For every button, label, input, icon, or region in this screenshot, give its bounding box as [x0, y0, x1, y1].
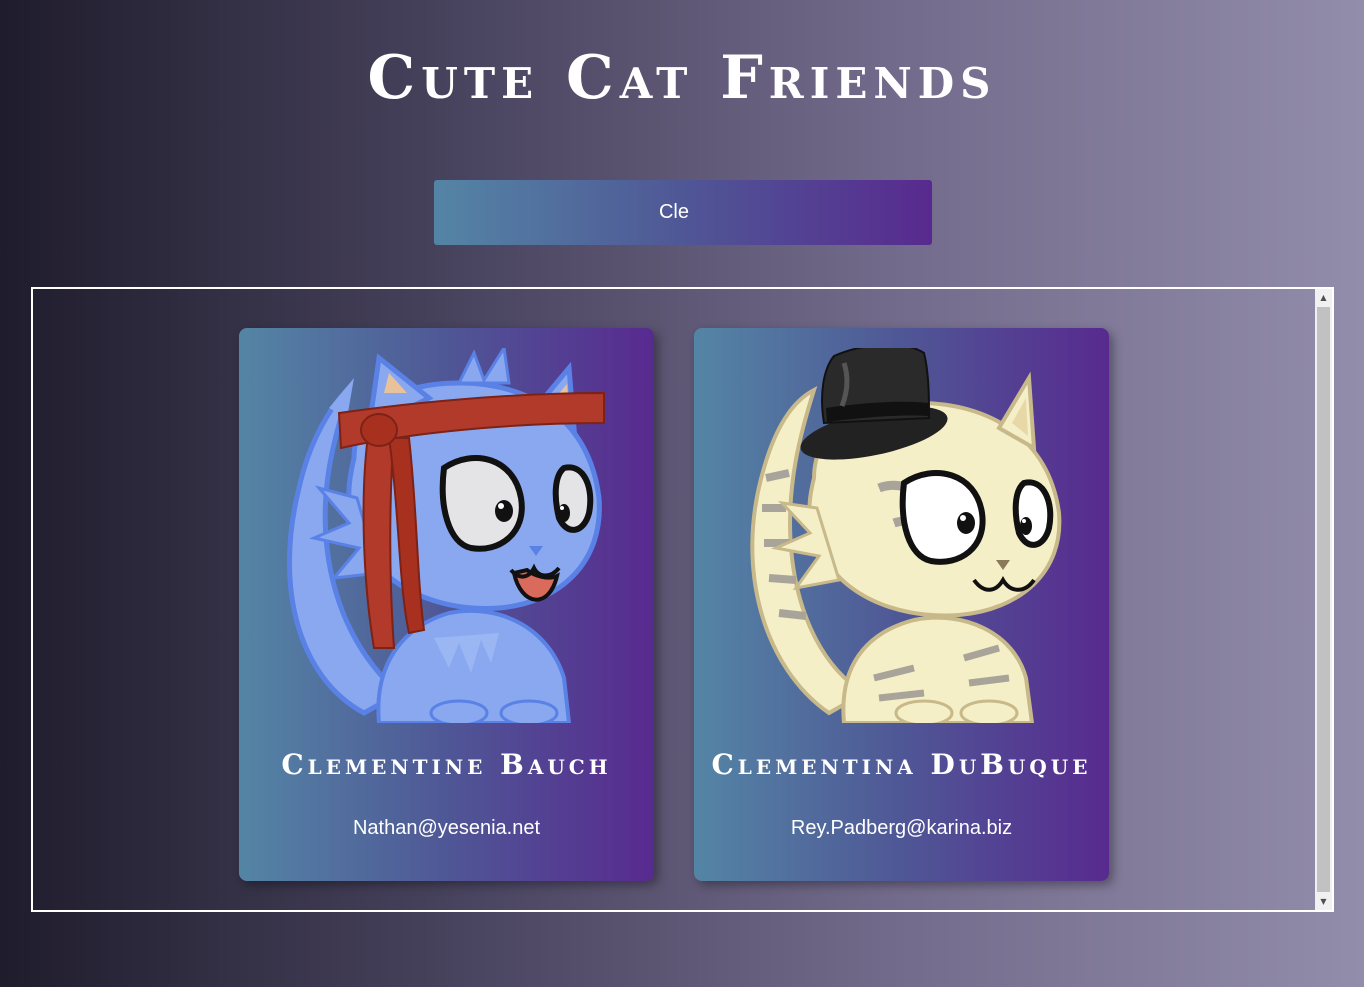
cat-card[interactable]: Clementine Bauch Nathan@yesenia.net	[239, 328, 654, 881]
scrollbar-thumb[interactable]	[1317, 307, 1330, 892]
cat-name: Clementine Bauch	[281, 748, 612, 781]
page-title: Cute Cat Friends	[367, 43, 997, 113]
search-box	[434, 180, 932, 245]
cat-email: Rey.Padberg@karina.biz	[790, 817, 1013, 839]
scroll-down-arrow-icon[interactable]: ▼	[1315, 893, 1332, 910]
cat-email: Nathan@yesenia.net	[352, 817, 541, 839]
search-input[interactable]	[434, 180, 932, 245]
cream-tabby-cat-with-top-hat-icon	[750, 348, 1062, 723]
vertical-scrollbar[interactable]: ▲ ▼	[1315, 289, 1332, 910]
cat-name: Clementina DuBuque	[711, 748, 1092, 781]
scroll-up-arrow-icon[interactable]: ▲	[1315, 289, 1332, 306]
card-list-panel[interactable]: Clementine Bauch Nathan@yesenia.net Clem…	[31, 287, 1334, 912]
cat-card[interactable]: Clementina DuBuque Rey.Padberg@karina.bi…	[694, 328, 1109, 881]
blue-cat-with-red-headband-icon	[287, 348, 605, 723]
